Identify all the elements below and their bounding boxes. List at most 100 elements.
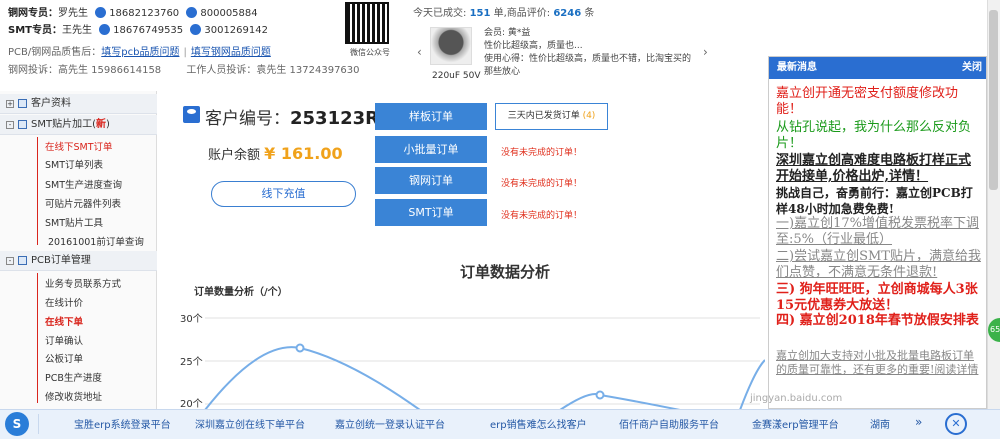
scrollbar-thumb[interactable]: [989, 10, 998, 190]
news-item[interactable]: 四) 嘉立创2018年春节放假安排表: [776, 313, 983, 329]
sample-order-button[interactable]: 样板订单: [375, 103, 487, 130]
collapse-icon[interactable]: -: [6, 121, 14, 129]
news-item[interactable]: 嘉立创开通无密支付额度修改功能！: [776, 86, 983, 118]
expand-icon[interactable]: +: [6, 100, 14, 108]
y-tick-label: 25个: [180, 356, 203, 368]
nav-group-text-end: ): [106, 119, 110, 130]
nav-group-label: 客户资料: [31, 98, 71, 109]
nav-item-smt-components[interactable]: 可贴片元器件列表: [45, 196, 121, 210]
folder-icon: [18, 120, 27, 129]
news-item[interactable]: 深圳嘉立创高难度电路板打样正式开始接单,价格出炉,详情！: [776, 153, 983, 185]
nav-item-rep-contact[interactable]: 业务专员联系方式: [45, 276, 121, 290]
close-icon[interactable]: ✕: [945, 413, 967, 435]
customer-no: 253123R: [290, 108, 380, 129]
rep-role: SMT专员：: [8, 25, 62, 36]
nav-item-pcb-progress[interactable]: PCB生产进度: [45, 370, 102, 384]
bottom-link[interactable]: 宝胜erp系统登录平台: [74, 416, 171, 431]
pcb-quality-link[interactable]: 填写pcb品质问题: [101, 47, 179, 58]
pending-count: (4): [582, 111, 596, 121]
rep-phone: 18676749535: [113, 25, 184, 36]
user-icon: [183, 106, 200, 123]
news-title: 最新消息: [777, 62, 817, 73]
rep-qq[interactable]: 3001269142: [204, 25, 268, 36]
news-item[interactable]: 一)嘉立创17%增值税发票税率下调至:5%（行业最低）: [776, 216, 983, 248]
data-point: [295, 343, 305, 353]
bottom-link[interactable]: 金赛漾erp管理平台: [752, 416, 839, 431]
left-nav: + 客户资料 - SMT贴片加工(新) 在线下SMT订单 SMT订单列表 SMT…: [0, 91, 157, 409]
series-line: [204, 346, 765, 410]
shipped-orders-button[interactable]: 三天内已发货订单 (4): [495, 103, 608, 130]
rep-qq[interactable]: 800005884: [200, 8, 257, 19]
customer-label: 客户编号：: [205, 109, 290, 129]
y-tick-label: 30个: [180, 313, 203, 325]
nav-item-order-online[interactable]: 在线下单: [45, 314, 83, 328]
news-close-button[interactable]: 关闭: [962, 57, 982, 79]
bottom-link[interactable]: 湖南: [870, 416, 890, 431]
folder-icon: [18, 99, 27, 108]
more-links-icon[interactable]: »: [915, 415, 933, 433]
review-count: 6246: [553, 8, 582, 19]
nav-item-smt-list[interactable]: SMT订单列表: [45, 157, 103, 171]
nav-item-smt-tools[interactable]: SMT贴片工具: [45, 215, 103, 229]
bottom-link[interactable]: 嘉立创统一登录认证平台: [335, 416, 445, 431]
small-batch-order-button[interactable]: 小批量订单: [375, 136, 487, 163]
nav-item-quote[interactable]: 在线计价: [45, 295, 83, 309]
bottom-link[interactable]: 深圳嘉立创在线下单平台: [195, 416, 305, 431]
nav-item-smt-progress[interactable]: SMT生产进度查询: [45, 177, 122, 191]
stencil-order-button[interactable]: 钢网订单: [375, 167, 487, 194]
chart-ylabel: 订单数量分析（/个）: [194, 287, 288, 298]
rep-phone: 18682123760: [109, 8, 180, 19]
complaint-row: 钢网投诉：高先生 15986614158 工作人员投诉：袁先生 13724397…: [8, 61, 360, 76]
balance-label: 账户余额: [208, 148, 265, 163]
qq-icon: [186, 7, 198, 18]
news-item[interactable]: 二)尝试嘉立创SMT贴片，满意给我们点赞，不满意无条件退款!: [776, 249, 983, 281]
product-image[interactable]: [430, 27, 472, 65]
product-caption: 220uF 50V: [432, 71, 481, 81]
wechat-qr-code: [345, 2, 389, 44]
new-badge: 新: [96, 119, 106, 130]
nav-item-panel-order[interactable]: 公板订单: [45, 351, 83, 365]
order-chart: 30个 25个 20个: [180, 313, 765, 410]
nav-item-order-confirm[interactable]: 订单确认: [45, 333, 83, 347]
today-mid: 单,商品评价:: [490, 8, 554, 19]
rep-name: 王先生: [61, 25, 92, 36]
quality-label: PCB/钢网品质售后：: [8, 47, 102, 58]
recharge-button[interactable]: 线下充值: [211, 181, 356, 207]
nav-item-old-orders[interactable]: 20161001前订单查询: [48, 234, 144, 248]
news-item[interactable]: 嘉立创加大支持对小批及批量电路板订单的质量可靠性，还有更多的重要!阅读详情: [776, 349, 983, 377]
phone-icon: [95, 7, 107, 18]
nav-group-pcb[interactable]: - PCB订单管理: [0, 251, 157, 271]
folder-icon: [18, 256, 27, 265]
nav-group-customer[interactable]: + 客户资料: [0, 94, 157, 114]
smt-order-button[interactable]: SMT订单: [375, 199, 487, 226]
quality-row: PCB/钢网品质售后：填写pcb品质问题 | 填写钢网品质问题: [8, 47, 271, 58]
nav-group-smt[interactable]: - SMT贴片加工(新): [0, 115, 157, 135]
today-count: 151: [469, 8, 491, 19]
mesh-quality-link[interactable]: 填写钢网品质问题: [191, 47, 271, 58]
news-item[interactable]: 三) 狗年旺旺旺，立创商城每人3张15元优惠券大放送！: [776, 282, 983, 314]
bottom-link[interactable]: erp销售难怎么找客户: [490, 416, 587, 431]
collapse-icon[interactable]: -: [6, 257, 14, 265]
watermark: jingyan.baidu.com: [750, 393, 843, 404]
news-item[interactable]: 从钻孔说起，我为什么那么反对负片！: [776, 120, 983, 152]
nav-group-label: SMT贴片加工(新): [31, 115, 110, 135]
nav-item-smt-order[interactable]: 在线下SMT订单: [45, 139, 113, 153]
qq-icon: [190, 24, 202, 35]
carousel-prev-icon[interactable]: ‹: [417, 45, 422, 59]
phone-icon: [99, 24, 111, 35]
no-order-note: 没有未完成的订单！: [501, 211, 583, 221]
account-balance: 账户余额 ¥ 161.00: [208, 144, 343, 163]
bottom-link[interactable]: 佰仟商户自助服务平台: [619, 416, 719, 431]
sogou-logo-icon[interactable]: S: [5, 412, 29, 436]
nav-item-address[interactable]: 修改收货地址: [45, 389, 102, 403]
customer-number: 客户编号：253123R: [205, 104, 379, 129]
news-item[interactable]: 挑战自己，奋勇前行：嘉立创PCB打样48小时加急费免费!: [776, 185, 983, 217]
news-header: 最新消息 关闭: [769, 57, 986, 79]
no-order-note: 没有未完成的订单！: [501, 148, 583, 158]
news-panel: 最新消息 关闭 嘉立创开通无密支付额度修改功能！ 从钻孔说起，我为什么那么反对负…: [768, 56, 987, 409]
review-member: 会员: 黄*益: [484, 28, 531, 38]
balance-amount: ¥ 161.00: [264, 144, 343, 163]
carousel-next-icon[interactable]: ›: [703, 45, 708, 59]
rep-role: 铜网专员：: [8, 8, 58, 19]
nav-group-label: PCB订单管理: [31, 255, 91, 266]
